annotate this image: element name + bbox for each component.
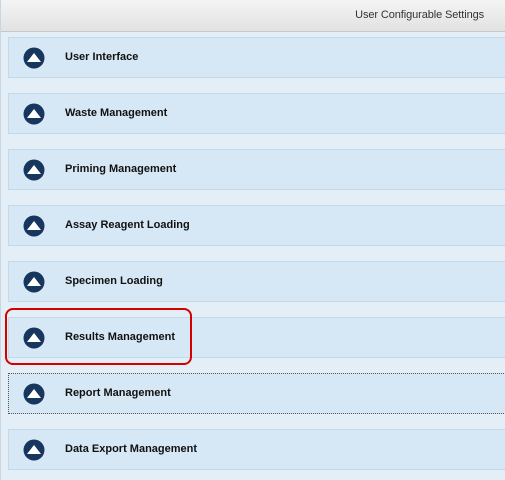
header-title: User Configurable Settings [355, 9, 484, 21]
section-label: Data Export Management [65, 443, 198, 455]
settings-window: User Configurable Settings User Interfac… [0, 0, 505, 480]
section-label: Waste Management [65, 107, 168, 119]
chevron-up-icon[interactable] [23, 439, 45, 461]
chevron-up-icon[interactable] [23, 271, 45, 293]
chevron-up-icon[interactable] [23, 215, 45, 237]
section-report-management[interactable]: Report Management [8, 373, 505, 414]
chevron-up-icon[interactable] [23, 47, 45, 69]
section-label: User Interface [65, 51, 139, 63]
section-label: Report Management [65, 387, 171, 399]
section-label: Priming Management [65, 163, 177, 175]
section-assay-reagent-loading[interactable]: Assay Reagent Loading [8, 205, 505, 246]
section-specimen-loading[interactable]: Specimen Loading [8, 261, 505, 302]
section-label: Specimen Loading [65, 275, 163, 287]
section-label: Results Management [65, 331, 176, 343]
header-bar: User Configurable Settings [1, 0, 505, 32]
section-user-interface[interactable]: User Interface [8, 37, 505, 78]
section-priming-management[interactable]: Priming Management [8, 149, 505, 190]
chevron-up-icon[interactable] [23, 159, 45, 181]
section-data-export-management[interactable]: Data Export Management [8, 429, 505, 470]
chevron-up-icon[interactable] [23, 327, 45, 349]
chevron-up-icon[interactable] [23, 383, 45, 405]
chevron-up-icon[interactable] [23, 103, 45, 125]
section-label: Assay Reagent Loading [65, 219, 190, 231]
section-results-management[interactable]: Results Management [8, 317, 505, 358]
section-waste-management[interactable]: Waste Management [8, 93, 505, 134]
